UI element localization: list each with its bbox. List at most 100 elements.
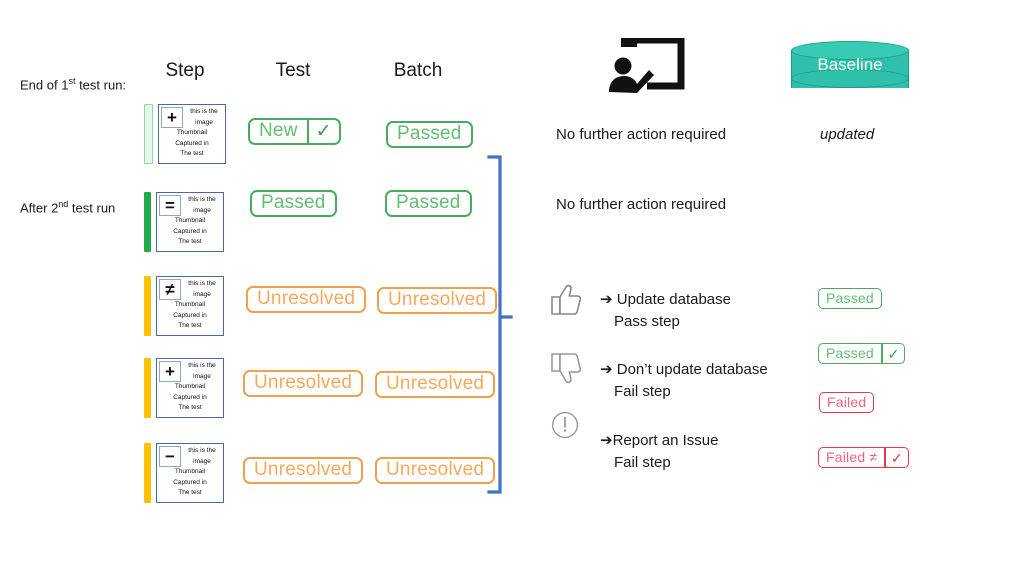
thumbnail-caption-line4: Captured in bbox=[173, 227, 207, 235]
batch-status-label: Unresolved bbox=[386, 459, 485, 480]
result-status-badge[interactable]: Passed ✓ bbox=[818, 343, 906, 364]
thumbnail-caption-line1: this is the bbox=[188, 362, 216, 369]
action-line2: Pass step bbox=[614, 312, 680, 330]
thumbnail-caption-line1: this is the bbox=[188, 447, 216, 454]
action-text-update-database: ➔ Update database Pass step bbox=[600, 289, 731, 333]
test-status-label: Unresolved bbox=[254, 372, 353, 393]
result-status-badge[interactable]: Failed ≠ ✓ bbox=[818, 447, 909, 468]
test-status-label: Unresolved bbox=[254, 459, 353, 480]
result-status-label: Passed bbox=[826, 290, 874, 306]
thumbnail-caption-line3: Thumbnail bbox=[174, 383, 206, 391]
thumbnail-caption-line1: this is the bbox=[188, 280, 216, 287]
batch-status-badge[interactable]: Unresolved bbox=[375, 457, 496, 484]
batch-status-label: Unresolved bbox=[388, 289, 487, 310]
result-status-label: Failed bbox=[827, 394, 867, 410]
thumbnail-caption-line2: image bbox=[193, 206, 211, 214]
test-status-label: Passed bbox=[261, 192, 326, 213]
thumbnail-caption-line4: Captured in bbox=[175, 139, 209, 147]
action-text-report-an-issue: ➔Report an Issue Fail step bbox=[600, 430, 718, 474]
step-thumbnail-card[interactable]: + this is the image Thumbnail Captured i… bbox=[158, 104, 226, 164]
presenter-board-icon bbox=[607, 36, 685, 99]
run-label-second: After 2nd test run bbox=[20, 199, 115, 215]
thumbnail-caption-line3: Thumbnail bbox=[174, 217, 206, 225]
result-status-label: Failed ≠ bbox=[826, 449, 878, 465]
step-thumbnail-card[interactable]: − this is the image Thumbnail Captured i… bbox=[156, 443, 224, 503]
table-row[interactable]: + this is the image Thumbnail Captured i… bbox=[144, 358, 224, 418]
step-change-symbol-plus-icon: + bbox=[161, 107, 183, 128]
table-row[interactable]: = this is the image Thumbnail Captured i… bbox=[144, 192, 224, 252]
thumbnail-caption-line5: The test bbox=[178, 489, 202, 497]
step-thumbnail-card[interactable]: + this is the image Thumbnail Captured i… bbox=[156, 358, 224, 418]
run-label-second-suffix: test run bbox=[68, 200, 116, 216]
batch-status-badge[interactable]: Unresolved bbox=[375, 371, 496, 398]
step-change-symbol-minus-icon: − bbox=[159, 446, 181, 467]
action-line2: Fail step bbox=[614, 453, 671, 471]
row-status-bar bbox=[144, 104, 153, 164]
check-icon: ✓ bbox=[887, 345, 900, 362]
thumbnail-caption-line5: The test bbox=[178, 404, 202, 412]
batch-status-badge[interactable]: Passed bbox=[386, 121, 473, 148]
row-status-bar bbox=[144, 358, 151, 418]
column-header-batch: Batch bbox=[393, 60, 443, 81]
result-status-badge[interactable]: Failed bbox=[819, 392, 875, 413]
grouping-bracket bbox=[484, 152, 524, 502]
row-status-bar bbox=[144, 276, 151, 336]
check-icon: ✓ bbox=[890, 449, 903, 466]
thumbs-down-icon bbox=[549, 351, 583, 390]
thumbnail-caption-line2: image bbox=[193, 457, 211, 465]
step-thumbnail-card[interactable]: ≠ this is the image Thumbnail Captured i… bbox=[156, 276, 224, 336]
row-status-bar bbox=[144, 192, 151, 252]
baseline-label: Baseline bbox=[817, 55, 883, 74]
test-status-badge[interactable]: Unresolved bbox=[246, 286, 367, 313]
run-label-second-prefix: After 2 bbox=[20, 200, 59, 216]
result-status-label: Passed bbox=[826, 345, 874, 361]
thumbnail-caption-line4: Captured in bbox=[173, 478, 207, 486]
test-status-badge[interactable]: New ✓ bbox=[248, 118, 341, 145]
thumbnail-caption-line5: The test bbox=[178, 238, 202, 246]
test-status-badge[interactable]: Passed bbox=[250, 190, 337, 217]
action-line1: ➔ Don’t update database bbox=[600, 361, 768, 378]
thumbnail-caption-line4: Captured in bbox=[173, 393, 207, 401]
batch-status-label: Passed bbox=[396, 192, 461, 213]
row-status-bar bbox=[144, 443, 151, 503]
step-thumbnail-card[interactable]: = this is the image Thumbnail Captured i… bbox=[156, 192, 224, 252]
result-status-badge[interactable]: Passed bbox=[818, 288, 882, 309]
action-line1: ➔ Update database bbox=[600, 291, 731, 308]
test-status-badge[interactable]: Unresolved bbox=[243, 457, 364, 484]
check-icon: ✓ bbox=[315, 121, 332, 142]
thumbnail-caption-line4: Captured in bbox=[173, 311, 207, 319]
baseline-database-cylinder: Baseline bbox=[791, 41, 909, 97]
batch-status-badge[interactable]: Unresolved bbox=[377, 287, 498, 314]
thumbnail-caption-line3: Thumbnail bbox=[174, 468, 206, 476]
column-header-step: Step bbox=[165, 60, 205, 81]
thumbnail-caption-line5: The test bbox=[180, 150, 204, 158]
batch-status-label: Unresolved bbox=[386, 373, 485, 394]
thumbnail-caption-line2: image bbox=[193, 372, 211, 380]
run-label-second-sup: nd bbox=[58, 199, 69, 209]
run-label-first-suffix: test run: bbox=[75, 77, 127, 93]
exclamation-circle-icon bbox=[551, 411, 579, 444]
test-status-badge[interactable]: Unresolved bbox=[243, 370, 364, 397]
column-header-test: Test bbox=[275, 60, 311, 81]
baseline-updated-note: updated bbox=[820, 126, 875, 143]
thumbnail-caption-line2: image bbox=[193, 290, 211, 298]
table-row[interactable]: − this is the image Thumbnail Captured i… bbox=[144, 443, 224, 503]
run-label-first-prefix: End of 1 bbox=[20, 77, 69, 93]
test-status-label: Unresolved bbox=[257, 288, 356, 309]
table-row[interactable]: ≠ this is the image Thumbnail Captured i… bbox=[144, 276, 224, 336]
step-change-symbol-not-equals-icon: ≠ bbox=[159, 279, 181, 300]
action-text-dont-update-database: ➔ Don’t update database Fail step bbox=[600, 359, 768, 403]
action-line2: Fail step bbox=[614, 382, 671, 400]
batch-status-badge[interactable]: Passed bbox=[385, 190, 472, 217]
no-further-action-note-1: No further action required bbox=[556, 126, 727, 143]
table-row[interactable]: + this is the image Thumbnail Captured i… bbox=[144, 104, 226, 164]
thumbnail-caption-line2: image bbox=[195, 118, 213, 126]
thumbs-up-icon bbox=[549, 283, 583, 322]
step-change-symbol-plus-icon: + bbox=[159, 361, 181, 382]
thumbnail-caption-line1: this is the bbox=[190, 108, 218, 115]
run-label-first: End of 1st test run: bbox=[20, 76, 126, 92]
thumbnail-caption-line3: Thumbnail bbox=[176, 129, 208, 137]
thumbnail-caption-line1: this is the bbox=[188, 196, 216, 203]
test-status-label: New bbox=[259, 120, 298, 141]
action-line1: ➔Report an Issue bbox=[600, 432, 719, 449]
